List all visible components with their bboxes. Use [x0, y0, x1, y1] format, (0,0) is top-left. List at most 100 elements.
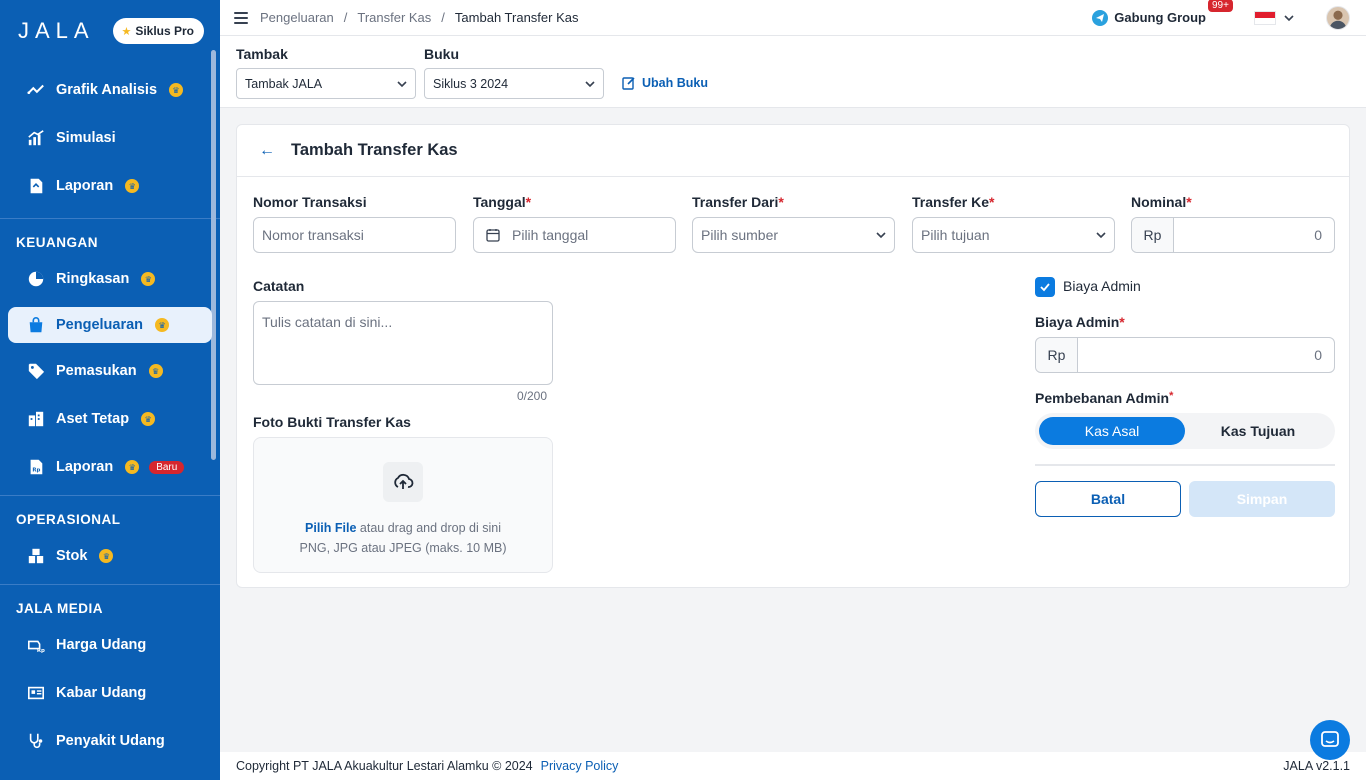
bar-chart-icon — [26, 128, 46, 148]
chat-support-button[interactable] — [1310, 720, 1350, 760]
chevron-down-icon — [876, 232, 886, 239]
sidebar-item-pengeluaran[interactable]: Pengeluaran ♛ — [8, 307, 212, 343]
rupiah-report-icon: Rp — [26, 457, 46, 477]
kas-tujuan-option[interactable]: Kas Tujuan — [1185, 417, 1331, 445]
sidebar-divider — [0, 218, 220, 219]
pie-chart-icon — [26, 269, 46, 289]
transfer-dari-select[interactable]: Pilih sumber — [692, 217, 895, 253]
sidebar-item-penyakit-udang[interactable]: Penyakit Udang — [8, 723, 212, 759]
sidebar-item-label: Ringkasan — [56, 271, 130, 287]
upload-hint: PNG, JPG atau JPEG (maks. 10 MB) — [299, 541, 507, 555]
nomor-transaksi-placeholder: Nomor transaksi — [262, 227, 364, 243]
nominal-label: Nominal* — [1131, 194, 1192, 210]
sidebar-item-laporan-keuangan[interactable]: Rp Laporan ♛ Baru — [8, 449, 212, 485]
back-arrow-icon[interactable]: ← — [259, 142, 275, 160]
tambak-select-value: Tambak JALA — [245, 76, 323, 91]
pilih-file-link[interactable]: Pilih File — [305, 521, 356, 535]
card-header: ← Tambah Transfer Kas — [237, 125, 1349, 177]
biaya-admin-input[interactable]: Rp 0 — [1035, 337, 1335, 373]
sidebar-item-label: Penyakit Udang — [56, 733, 165, 749]
biaya-admin-checkbox[interactable] — [1035, 277, 1055, 297]
gabung-group-link[interactable]: Gabung Group — [1092, 9, 1206, 26]
sidebar-item-stok[interactable]: Stok ♛ — [8, 538, 212, 574]
sidebar-header: JALA ★ Siklus Pro — [0, 0, 220, 62]
buku-select[interactable]: Siklus 3 2024 — [424, 68, 604, 99]
sidebar-item-label: Laporan — [56, 459, 114, 475]
chevron-down-icon — [585, 80, 595, 87]
trend-line-icon — [26, 80, 46, 100]
sidebar-item-harga-udang[interactable]: Rp Harga Udang — [8, 627, 212, 663]
shopping-bag-icon — [26, 315, 46, 335]
form-card: ← Tambah Transfer Kas Nomor Transaksi No… — [236, 124, 1350, 588]
sidebar-divider — [0, 584, 220, 585]
nominal-value: 0 — [1314, 227, 1322, 243]
breadcrumb-transfer-kas[interactable]: Transfer Kas — [357, 10, 431, 25]
indonesia-flag-icon — [1254, 10, 1276, 25]
sidebar-item-laporan-top[interactable]: Laporan ♛ — [8, 168, 212, 204]
user-avatar[interactable] — [1326, 5, 1350, 30]
tambak-select[interactable]: Tambak JALA — [236, 68, 416, 99]
tanggal-placeholder: Pilih tanggal — [512, 227, 589, 243]
privacy-policy-link[interactable]: Privacy Policy — [541, 759, 619, 773]
boxes-icon — [26, 546, 46, 566]
building-icon — [26, 409, 46, 429]
sidebar-divider — [0, 495, 220, 496]
pro-crown-icon: ♛ — [125, 179, 140, 193]
tag-icon — [26, 361, 46, 381]
new-badge: Baru — [149, 460, 185, 474]
transfer-ke-select[interactable]: Pilih tujuan — [912, 217, 1115, 253]
batal-button[interactable]: Batal — [1035, 481, 1181, 517]
sidebar-item-label: Aset Tetap — [56, 411, 130, 427]
pro-crown-icon: ♛ — [155, 318, 170, 332]
calendar-icon — [486, 229, 500, 242]
file-upload-dropzone[interactable]: Pilih File atau drag and drop di sini PN… — [253, 437, 553, 573]
sidebar-scrollbar[interactable] — [211, 50, 216, 460]
footer: Copyright PT JALA Akuakultur Lestari Ala… — [220, 752, 1366, 780]
nomor-transaksi-input[interactable]: Nomor transaksi — [253, 217, 456, 253]
telegram-icon — [1092, 9, 1109, 26]
notification-button[interactable]: 99+ — [1208, 0, 1242, 30]
sidebar-item-grafik-analisis[interactable]: Grafik Analisis ♛ — [8, 72, 212, 108]
sidebar-item-aset-tetap[interactable]: Aset Tetap ♛ — [8, 401, 212, 437]
breadcrumb-pengeluaran[interactable]: Pengeluaran — [260, 10, 334, 25]
sidebar-item-label: Pengeluaran — [56, 317, 144, 333]
pro-crown-icon: ♛ — [169, 83, 184, 97]
breadcrumb: Pengeluaran / Transfer Kas / Tambah Tran… — [260, 10, 578, 25]
pro-crown-icon: ♛ — [141, 272, 156, 286]
jala-logo[interactable]: JALA — [18, 18, 95, 44]
form-divider — [1035, 464, 1335, 466]
pro-crown-icon: ♛ — [125, 460, 140, 474]
section-title-jala-media: JALA MEDIA — [16, 600, 104, 616]
nomor-transaksi-label: Nomor Transaksi — [253, 194, 367, 210]
siklus-pro-badge[interactable]: ★ Siklus Pro — [113, 18, 204, 44]
sidebar-item-pemasukan[interactable]: Pemasukan ♛ — [8, 353, 212, 389]
book-selector-bar: Tambak Tambak JALA Buku Siklus 3 2024 Ub… — [220, 36, 1366, 108]
stethoscope-icon — [26, 731, 46, 751]
sidebar-item-simulasi[interactable]: Simulasi — [8, 120, 212, 156]
biaya-admin-value: 0 — [1314, 347, 1322, 363]
simpan-button[interactable]: Simpan — [1189, 481, 1335, 517]
gabung-group-label: Gabung Group — [1114, 10, 1206, 25]
menu-icon[interactable] — [234, 11, 248, 24]
sidebar-item-ringkasan[interactable]: Ringkasan ♛ — [8, 261, 212, 297]
sidebar-item-label: Pemasukan — [56, 363, 137, 379]
ubah-buku-button[interactable]: Ubah Buku — [622, 76, 708, 90]
kas-asal-option[interactable]: Kas Asal — [1039, 417, 1185, 445]
breadcrumb-separator: / — [343, 10, 348, 25]
tanggal-input[interactable]: Pilih tanggal — [473, 217, 676, 253]
buku-label: Buku — [424, 46, 459, 62]
catatan-textarea[interactable]: Tulis catatan di sini... — [253, 301, 553, 385]
report-icon — [26, 176, 46, 196]
nominal-input[interactable]: Rp 0 — [1131, 217, 1335, 253]
buku-select-value: Siklus 3 2024 — [433, 76, 509, 91]
sidebar-item-kabar-udang[interactable]: Kabar Udang — [8, 675, 212, 711]
ubah-buku-label: Ubah Buku — [642, 76, 708, 90]
language-selector[interactable] — [1254, 10, 1294, 25]
news-icon — [26, 683, 46, 703]
pro-crown-icon: ♛ — [148, 364, 163, 378]
tanggal-label: Tanggal* — [473, 194, 532, 210]
sidebar-item-label: Simulasi — [56, 130, 116, 146]
catatan-label: Catatan — [253, 278, 305, 294]
svg-text:Rp: Rp — [32, 468, 40, 474]
notification-count-badge: 99+ — [1208, 0, 1233, 12]
